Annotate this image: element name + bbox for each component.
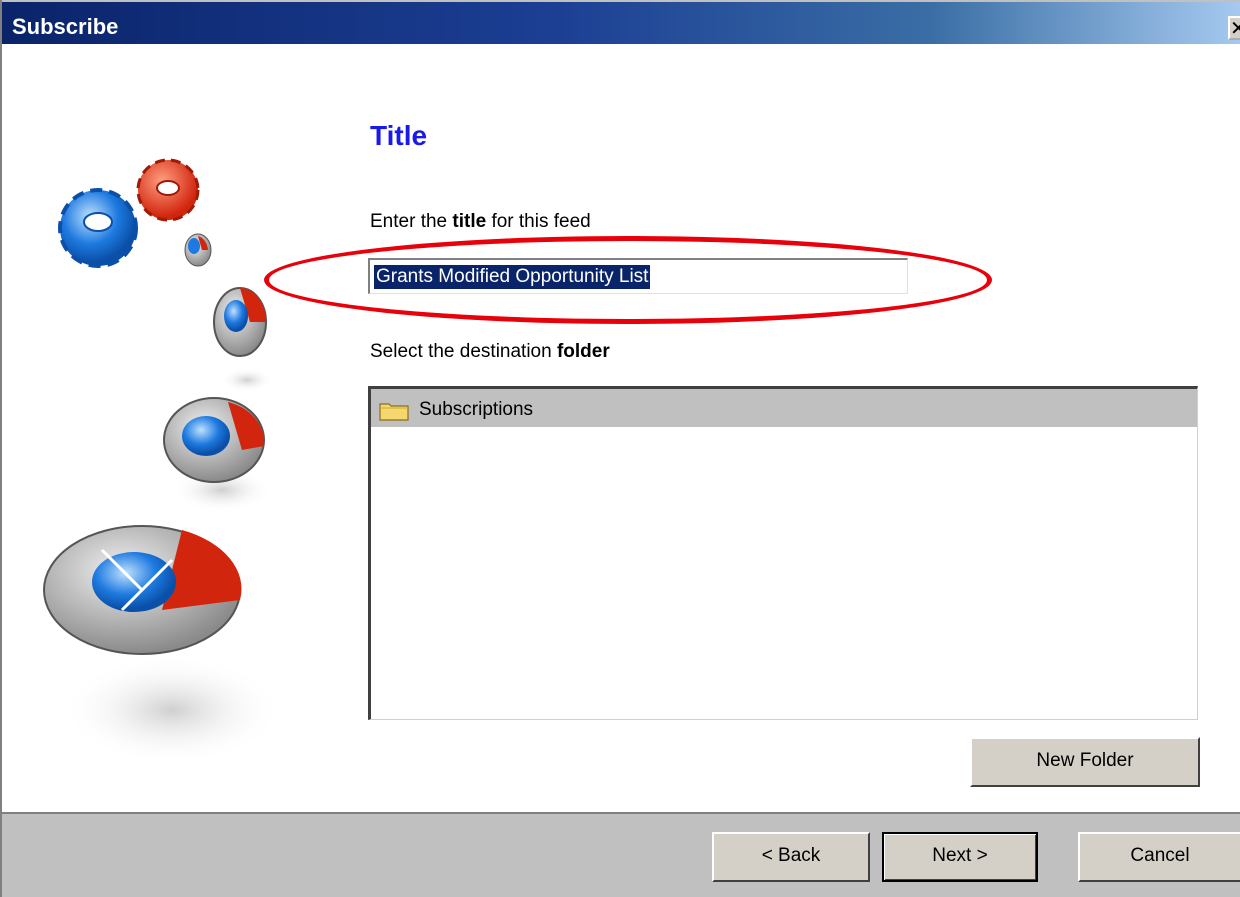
- blue-gear-icon: [58, 188, 138, 268]
- folder-prompt: Select the destination folder: [370, 341, 610, 363]
- cancel-button[interactable]: Cancel: [1078, 832, 1240, 882]
- red-gear-icon: [136, 158, 200, 222]
- wizard-footer: [2, 812, 1240, 897]
- page-heading: Title: [370, 120, 428, 151]
- subscribe-dialog: Subscribe ✕: [0, 0, 1240, 897]
- close-icon: ✕: [1230, 18, 1240, 38]
- folder-item-subscriptions[interactable]: Subscriptions: [371, 389, 1197, 427]
- medium-ring-icon: [213, 287, 267, 357]
- back-button[interactable]: < Back: [712, 832, 870, 882]
- folder-prompt-before: Select the destination: [370, 341, 557, 362]
- title-bar[interactable]: Subscribe ✕: [2, 0, 1240, 44]
- wizard-illustration: [43, 158, 282, 765]
- title-prompt: Enter the title for this feed: [370, 211, 591, 233]
- next-button[interactable]: Next >: [882, 832, 1038, 882]
- small-ring-icon: [184, 233, 212, 267]
- highlight-annotation: [264, 236, 992, 324]
- close-button[interactable]: ✕: [1228, 16, 1240, 40]
- next-label: Next >: [932, 845, 988, 866]
- cancel-label: Cancel: [1130, 845, 1190, 866]
- folder-tree[interactable]: Subscriptions: [368, 386, 1198, 720]
- folder-icon: [379, 403, 409, 421]
- new-folder-label: New Folder: [1036, 750, 1134, 771]
- back-label: < Back: [761, 845, 821, 866]
- largest-ring-icon: [43, 525, 242, 655]
- folder-prompt-bold: folder: [556, 341, 610, 362]
- folder-label: Subscriptions: [419, 399, 534, 420]
- window-title: Subscribe: [12, 14, 119, 39]
- title-prompt-before: Enter the: [370, 211, 453, 232]
- large-ring-icon: [163, 397, 265, 483]
- title-prompt-bold: title: [452, 211, 487, 232]
- title-prompt-after: for this feed: [486, 211, 591, 232]
- new-folder-button[interactable]: New Folder: [970, 737, 1200, 787]
